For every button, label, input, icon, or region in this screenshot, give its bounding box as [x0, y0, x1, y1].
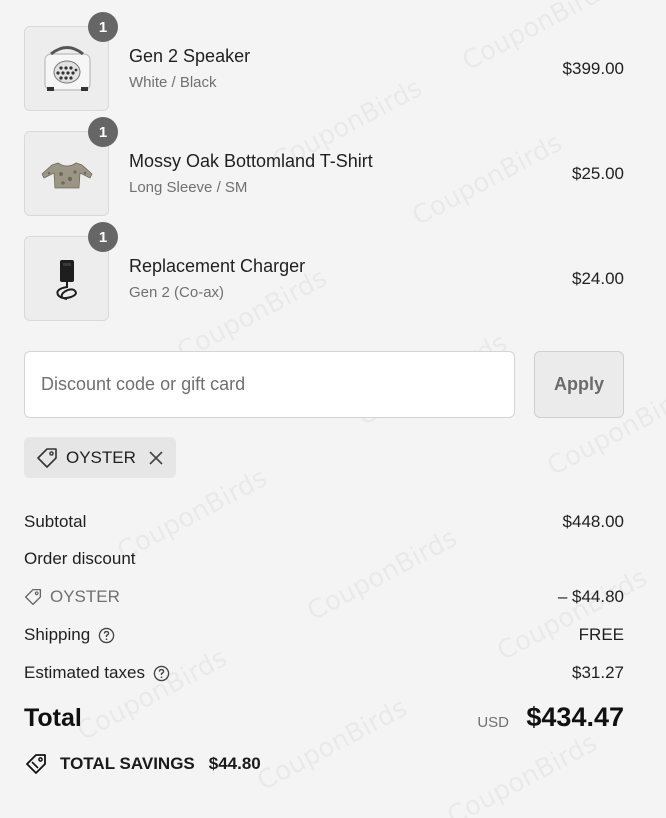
savings-amount: $44.80 — [208, 754, 261, 773]
savings-label: TOTAL SAVINGS — [60, 754, 195, 773]
taxes-value: $31.27 — [572, 663, 624, 682]
shipping-row: Shipping FREE — [24, 625, 624, 649]
line-item: 1 Mossy Oak Bottomland T-Shirt Long Slee… — [24, 117, 624, 217]
subtotal-row: Subtotal $448.00 — [24, 512, 624, 536]
tag-icon — [37, 447, 57, 468]
savings-tag-icon — [26, 754, 46, 774]
item-price: $399.00 — [562, 59, 624, 78]
watermark-text: CouponBirds — [493, 563, 653, 667]
shipping-value: FREE — [578, 625, 624, 644]
item-name: Replacement Charger — [129, 256, 306, 276]
discount-code-text: OYSTER — [50, 587, 120, 606]
total-amount: $434.47 — [526, 702, 624, 732]
taxes-label: Estimated taxes — [24, 663, 145, 682]
discount-code-input[interactable]: Discount code or gift card — [24, 351, 515, 418]
currency-code: USD — [477, 714, 509, 731]
quantity-badge: 1 — [88, 222, 118, 252]
watermark-text: CouponBirds — [303, 523, 463, 627]
order-discount-row: Order discount — [24, 549, 624, 573]
watermark-text: CouponBirds — [443, 728, 603, 818]
order-discount-label: Order discount — [24, 549, 136, 568]
item-name: Mossy Oak Bottomland T-Shirt — [129, 151, 373, 171]
item-variant: Long Sleeve / SM — [129, 179, 248, 196]
tag-icon — [24, 588, 42, 606]
applied-discount-chip: OYSTER — [24, 437, 176, 478]
remove-code-icon[interactable] — [148, 450, 164, 466]
help-icon[interactable] — [153, 665, 170, 682]
total-savings: TOTAL SAVINGS $44.80 — [24, 752, 261, 776]
line-item: 1 Gen 2 Speaker White / Black $399.00 — [24, 12, 624, 112]
item-variant: Gen 2 (Co-ax) — [129, 284, 225, 301]
watermark-text: CouponBirds — [253, 693, 413, 797]
shipping-label: Shipping — [24, 625, 91, 644]
item-variant: White / Black — [129, 74, 217, 91]
discount-placeholder: Discount code or gift card — [41, 374, 246, 394]
apply-button[interactable]: Apply — [534, 351, 624, 418]
discount-value: – $44.80 — [557, 587, 624, 606]
subtotal-label: Subtotal — [24, 512, 87, 531]
item-price: $25.00 — [572, 164, 624, 183]
item-name: Gen 2 Speaker — [129, 46, 251, 66]
taxes-label-group: Estimated taxes — [24, 663, 170, 683]
watermark-text: CouponBirds — [73, 643, 233, 747]
taxes-row: Estimated taxes $31.27 — [24, 663, 624, 687]
help-icon[interactable] — [98, 627, 115, 644]
item-price: $24.00 — [572, 269, 624, 288]
applied-code-label: OYSTER — [66, 447, 136, 467]
line-item: 1 Replacement Charger Gen 2 (Co-ax) $24.… — [24, 222, 624, 322]
subtotal-value: $448.00 — [562, 512, 624, 531]
quantity-badge: 1 — [88, 117, 118, 147]
shipping-label-group: Shipping — [24, 625, 115, 645]
discount-code-row: OYSTER – $44.80 — [24, 587, 624, 611]
total-label: Total — [24, 704, 82, 732]
quantity-badge: 1 — [88, 12, 118, 42]
discount-code-label: OYSTER — [24, 587, 120, 607]
